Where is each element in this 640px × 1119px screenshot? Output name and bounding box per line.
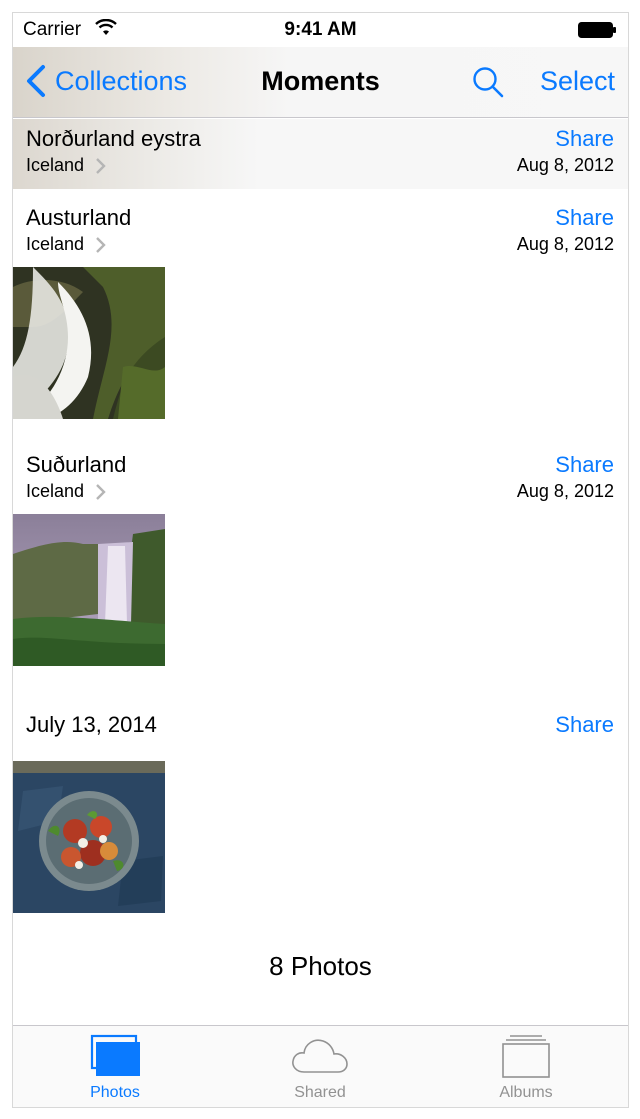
moment-location-label: Iceland [26,155,85,175]
moment-header[interactable]: Norðurland eystra Iceland Share Aug 8, 2… [13,119,628,189]
chevron-right-icon [96,236,106,253]
photo-thumbnail-salad[interactable] [13,761,165,913]
share-button[interactable]: Share [555,126,614,152]
cloud-icon [292,1039,348,1073]
photos-icon [90,1034,140,1076]
screen: Carrier 9:41 AM Collections Moments Sele… [12,12,629,1108]
photo-count: 8 Photos [269,951,372,981]
moment-title: Norðurland eystra [26,126,201,151]
moment-date: Aug 8, 2012 [516,234,614,254]
waterfall-image [13,267,165,419]
clock: 9:41 AM [284,19,357,40]
albums-icon [502,1035,550,1078]
chevron-right-icon [96,483,106,500]
navigation-bar: Collections Moments Select [13,47,628,118]
tab-label: Albums [499,1084,553,1101]
tab-label: Photos [90,1084,140,1101]
moment-location-label: Iceland [26,234,85,254]
photo-thumbnail-waterfall[interactable] [13,267,165,419]
tab-label: Shared [294,1084,346,1101]
tab-photos[interactable]: Photos [35,1026,195,1107]
moment-location[interactable]: Iceland [26,481,106,502]
share-button[interactable]: Share [555,205,614,231]
photo-thumbnail-cliffs[interactable] [13,514,165,666]
moment-header[interactable]: Suðurland Iceland Share Aug 8, 2012 [13,445,628,515]
search-icon[interactable] [471,65,505,99]
cliff-waterfall-image [13,514,165,666]
moment-title: Austurland [26,205,132,230]
moment-location[interactable]: Iceland [26,155,106,176]
battery-icon [578,22,616,38]
moment-header[interactable]: Austurland Iceland Share Aug 8, 2012 [13,198,628,268]
page-title: Moments [261,66,380,96]
moment-title: July 13, 2014 [26,712,157,737]
select-button[interactable]: Select [540,66,615,97]
moment-location[interactable]: Iceland [26,234,106,255]
tab-shared[interactable]: Shared [240,1026,400,1107]
moment-date: Aug 8, 2012 [516,155,614,175]
salad-plate-image [13,761,165,913]
moment-location-label: Iceland [26,481,85,501]
moment-title: Suðurland [26,452,127,477]
status-bar: Carrier 9:41 AM [13,13,628,47]
moment-date: Aug 8, 2012 [516,481,614,501]
chevron-right-icon [96,157,106,174]
tab-albums[interactable]: Albums [446,1026,606,1107]
tab-bar: Photos Shared Albums [13,1025,628,1107]
share-button[interactable]: Share [555,452,614,478]
share-button[interactable]: Share [555,712,614,738]
